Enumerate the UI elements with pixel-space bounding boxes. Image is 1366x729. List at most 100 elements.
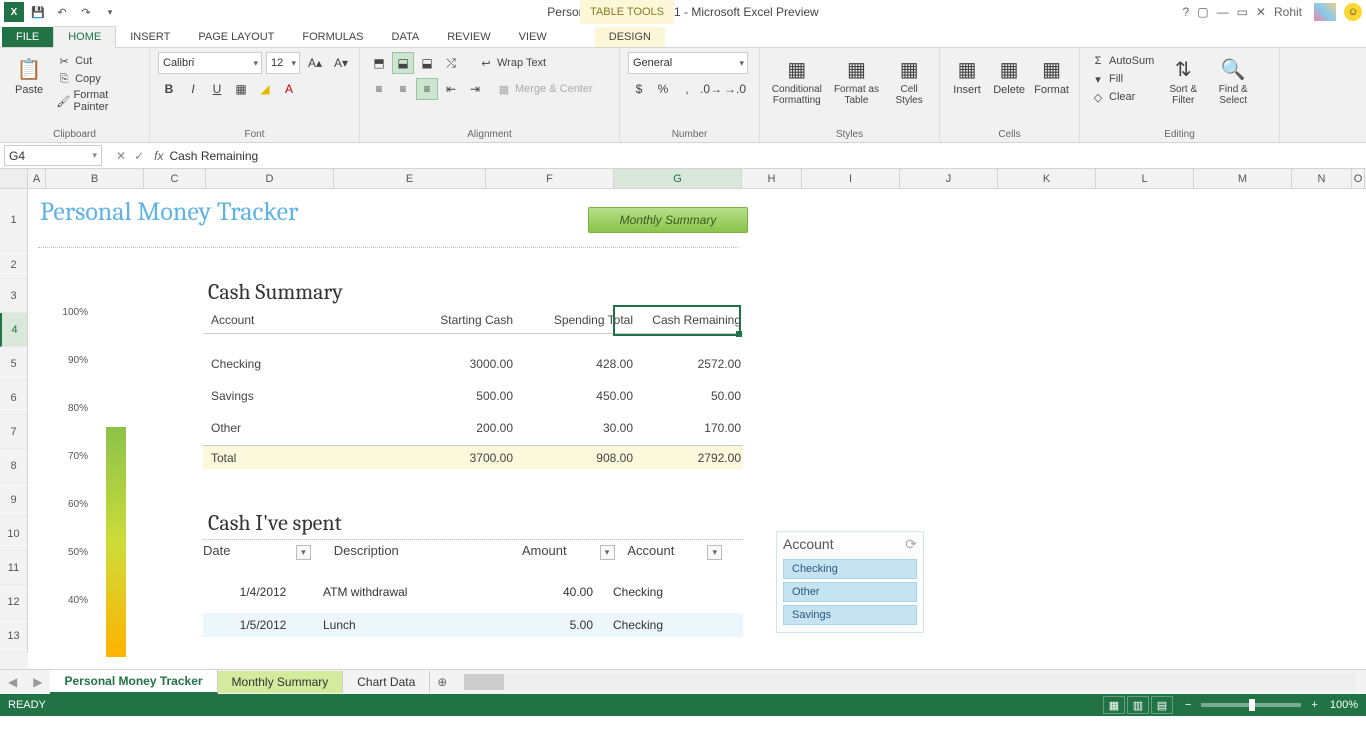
- col-L[interactable]: L: [1096, 169, 1194, 188]
- select-all-button[interactable]: [0, 169, 28, 188]
- row-10[interactable]: 10: [0, 517, 28, 551]
- sheet-canvas[interactable]: Personal Money Tracker Monthly Summary C…: [28, 189, 1366, 669]
- tab-review[interactable]: REVIEW: [433, 27, 504, 47]
- comma-icon[interactable]: ,: [676, 78, 698, 100]
- cell-styles-button[interactable]: ▦Cell Styles: [887, 52, 931, 108]
- col-I[interactable]: I: [802, 169, 900, 188]
- filter-dropdown-icon[interactable]: ▾: [296, 545, 311, 560]
- insert-cells-button[interactable]: ▦Insert: [948, 52, 986, 98]
- col-A[interactable]: A: [28, 169, 46, 188]
- close-icon[interactable]: ✕: [1256, 5, 1266, 19]
- col-F[interactable]: F: [486, 169, 614, 188]
- underline-button[interactable]: U: [206, 78, 228, 100]
- sheet-tab[interactable]: Chart Data: [343, 671, 430, 693]
- wrap-text-button[interactable]: ↩Wrap Text: [476, 52, 548, 74]
- undo-icon[interactable]: ↶: [52, 2, 72, 22]
- sheet-nav-prev-icon[interactable]: ◀: [0, 675, 25, 689]
- clear-button[interactable]: ◇Clear: [1088, 88, 1156, 106]
- delete-cells-button[interactable]: ▦Delete: [990, 52, 1028, 98]
- col-K[interactable]: K: [998, 169, 1096, 188]
- redo-icon[interactable]: ↷: [76, 2, 96, 22]
- border-button[interactable]: ▦: [230, 78, 252, 100]
- row-6[interactable]: 6: [0, 381, 28, 415]
- slicer-item[interactable]: Other: [783, 582, 917, 602]
- autosum-button[interactable]: ΣAutoSum: [1088, 52, 1156, 70]
- page-layout-view-icon[interactable]: ▥: [1127, 696, 1149, 714]
- format-cells-button[interactable]: ▦Format: [1032, 52, 1071, 98]
- decrease-decimal-icon[interactable]: →.0: [724, 78, 746, 100]
- row-13[interactable]: 13: [0, 619, 28, 653]
- number-format-combo[interactable]: General: [628, 52, 748, 74]
- slicer-clear-icon[interactable]: ⟳: [905, 536, 917, 553]
- row-5[interactable]: 5: [0, 347, 28, 381]
- enter-formula-icon[interactable]: ✓: [134, 149, 144, 163]
- bold-button[interactable]: B: [158, 78, 180, 100]
- conditional-formatting-button[interactable]: ▦Conditional Formatting: [768, 52, 826, 108]
- col-B[interactable]: B: [46, 169, 144, 188]
- orientation-icon[interactable]: ⤭: [440, 52, 462, 74]
- format-painter-button[interactable]: 🖌Format Painter: [54, 88, 141, 114]
- zoom-level[interactable]: 100%: [1330, 699, 1358, 711]
- row-2[interactable]: 2: [0, 251, 28, 279]
- monthly-summary-button[interactable]: Monthly Summary: [588, 207, 748, 233]
- tab-formulas[interactable]: FORMULAS: [288, 27, 377, 47]
- account-slicer[interactable]: Account⟳ Checking Other Savings: [776, 531, 924, 633]
- slicer-item[interactable]: Checking: [783, 559, 917, 579]
- sort-filter-button[interactable]: ⇅Sort & Filter: [1160, 52, 1206, 108]
- help-icon[interactable]: ?: [1183, 5, 1190, 19]
- row-4[interactable]: 4: [0, 313, 28, 347]
- format-as-table-button[interactable]: ▦Format as Table: [830, 52, 884, 108]
- row-7[interactable]: 7: [0, 415, 28, 449]
- col-G[interactable]: G: [614, 169, 742, 188]
- formula-input[interactable]: Cash Remaining: [169, 149, 1366, 163]
- sheet-tab[interactable]: Monthly Summary: [218, 671, 344, 693]
- name-box[interactable]: G4: [4, 145, 102, 166]
- decrease-font-icon[interactable]: A▾: [330, 52, 352, 74]
- col-D[interactable]: D: [206, 169, 334, 188]
- worksheet-grid[interactable]: 1 2 3 4 5 6 7 8 9 10 11 12 13 Personal M…: [0, 189, 1366, 669]
- minimize-icon[interactable]: —: [1217, 5, 1229, 19]
- horizontal-scrollbar[interactable]: [464, 674, 1356, 690]
- cut-button[interactable]: ✂Cut: [54, 52, 141, 70]
- sheet-nav-next-icon[interactable]: ▶: [25, 675, 50, 689]
- zoom-out-button[interactable]: −: [1185, 699, 1191, 711]
- filter-dropdown-icon[interactable]: ▾: [600, 545, 615, 560]
- fill-color-button[interactable]: ◢: [254, 78, 276, 100]
- decrease-indent-icon[interactable]: ⇤: [440, 78, 462, 100]
- col-C[interactable]: C: [144, 169, 206, 188]
- increase-decimal-icon[interactable]: .0→: [700, 78, 722, 100]
- tab-page-layout[interactable]: PAGE LAYOUT: [184, 27, 288, 47]
- filter-dropdown-icon[interactable]: ▾: [707, 545, 722, 560]
- row-9[interactable]: 9: [0, 483, 28, 517]
- increase-font-icon[interactable]: A▴: [304, 52, 326, 74]
- tab-insert[interactable]: INSERT: [116, 27, 184, 47]
- username[interactable]: Rohit: [1274, 5, 1302, 19]
- percent-icon[interactable]: %: [652, 78, 674, 100]
- page-break-view-icon[interactable]: ▤: [1151, 696, 1173, 714]
- row-11[interactable]: 11: [0, 551, 28, 585]
- align-right-icon[interactable]: ≡: [416, 78, 438, 100]
- tab-data[interactable]: DATA: [378, 27, 434, 47]
- copy-button[interactable]: ⎘Copy: [54, 70, 141, 88]
- tab-file[interactable]: FILE: [2, 27, 53, 47]
- row-3[interactable]: 3: [0, 279, 28, 313]
- new-sheet-button[interactable]: ⊕: [430, 675, 454, 689]
- maximize-icon[interactable]: ▭: [1237, 5, 1248, 19]
- col-H[interactable]: H: [742, 169, 802, 188]
- align-top-icon[interactable]: ⬒: [368, 52, 390, 74]
- normal-view-icon[interactable]: ▦: [1103, 696, 1125, 714]
- col-J[interactable]: J: [900, 169, 998, 188]
- font-name-combo[interactable]: Calibri: [158, 52, 262, 74]
- align-left-icon[interactable]: ≡: [368, 78, 390, 100]
- align-middle-icon[interactable]: ⬓: [392, 52, 414, 74]
- align-center-icon[interactable]: ≡: [392, 78, 414, 100]
- tab-design[interactable]: DESIGN: [595, 27, 665, 47]
- col-N[interactable]: N: [1292, 169, 1352, 188]
- zoom-in-button[interactable]: +: [1311, 699, 1317, 711]
- zoom-slider[interactable]: [1201, 703, 1301, 707]
- font-size-combo[interactable]: 12: [266, 52, 300, 74]
- row-8[interactable]: 8: [0, 449, 28, 483]
- font-color-button[interactable]: A: [278, 78, 300, 100]
- scrollbar-thumb[interactable]: [464, 674, 504, 690]
- find-select-button[interactable]: 🔍Find & Select: [1210, 52, 1256, 108]
